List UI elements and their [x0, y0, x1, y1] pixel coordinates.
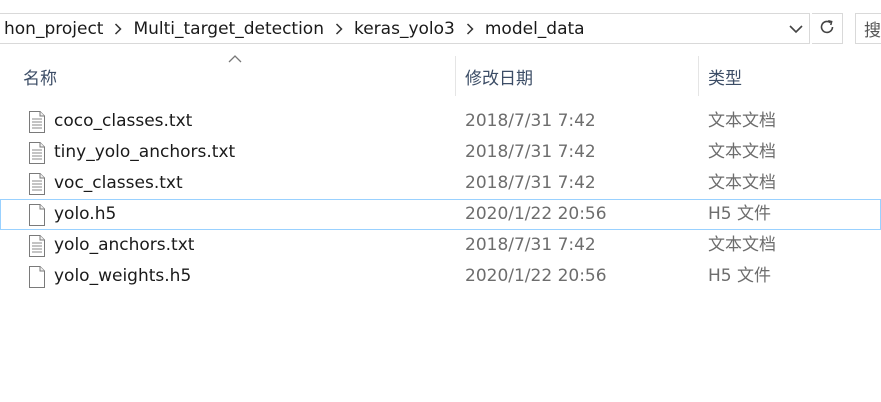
file-type: H5 文件 — [708, 204, 772, 224]
file-date: 2018/7/31 7:42 — [465, 235, 596, 255]
table-row[interactable]: yolo_anchors.txt 2018/7/31 7:42 文本文档 — [0, 230, 881, 261]
table-row[interactable]: coco_classes.txt 2018/7/31 7:42 文本文档 — [0, 106, 881, 137]
refresh-button[interactable] — [812, 13, 843, 44]
file-type: 文本文档 — [708, 173, 776, 193]
table-row[interactable]: tiny_yolo_anchors.txt 2018/7/31 7:42 文本文… — [0, 137, 881, 168]
search-placeholder: 搜 — [864, 21, 881, 41]
file-name: coco_classes.txt — [54, 111, 193, 131]
column-divider[interactable] — [698, 56, 699, 96]
file-name: yolo_weights.h5 — [54, 266, 192, 286]
blank-file-icon — [29, 204, 45, 226]
file-name: voc_classes.txt — [54, 173, 183, 193]
column-divider[interactable] — [455, 56, 456, 96]
address-history-button[interactable] — [783, 14, 809, 43]
column-header-date[interactable]: 修改日期 — [465, 56, 533, 96]
table-row[interactable]: yolo.h5 2020/1/22 20:56 H5 文件 — [0, 199, 881, 230]
column-headers: 名称 修改日期 类型 — [0, 56, 881, 96]
breadcrumb-segment-model-data[interactable]: model_data — [482, 19, 588, 39]
text-file-icon — [29, 173, 45, 195]
chevron-down-icon — [789, 19, 803, 38]
file-type: H5 文件 — [708, 266, 772, 286]
breadcrumb-segment-project[interactable]: hon_project — [1, 19, 106, 39]
file-date: 2018/7/31 7:42 — [465, 142, 596, 162]
chevron-right-icon[interactable] — [458, 14, 482, 43]
file-type: 文本文档 — [708, 111, 776, 131]
chevron-right-icon[interactable] — [106, 14, 130, 43]
column-header-name[interactable]: 名称 — [23, 56, 57, 96]
table-row[interactable]: yolo_weights.h5 2020/1/22 20:56 H5 文件 — [0, 261, 881, 292]
text-file-icon — [29, 235, 45, 257]
text-file-icon — [29, 111, 45, 133]
file-date: 2018/7/31 7:42 — [465, 111, 596, 131]
breadcrumb-segment-keras-yolo3[interactable]: keras_yolo3 — [351, 19, 458, 39]
file-date: 2020/1/22 20:56 — [465, 266, 607, 286]
file-type: 文本文档 — [708, 235, 776, 255]
breadcrumb: hon_project Multi_target_detection keras… — [0, 14, 783, 43]
file-explorer-window: hon_project Multi_target_detection keras… — [0, 0, 881, 402]
file-name: yolo.h5 — [54, 204, 117, 224]
table-row[interactable]: voc_classes.txt 2018/7/31 7:42 文本文档 — [0, 168, 881, 199]
text-file-icon — [29, 142, 45, 164]
file-type: 文本文档 — [708, 142, 776, 162]
refresh-icon — [818, 18, 836, 40]
file-date: 2020/1/22 20:56 — [465, 204, 607, 224]
blank-file-icon — [29, 266, 45, 288]
search-input[interactable]: 搜 — [855, 13, 881, 44]
breadcrumb-segment-multi-target-detection[interactable]: Multi_target_detection — [130, 19, 327, 39]
file-date: 2018/7/31 7:42 — [465, 173, 596, 193]
column-header-type[interactable]: 类型 — [708, 56, 742, 96]
address-bar[interactable]: hon_project Multi_target_detection keras… — [0, 13, 810, 44]
file-list: coco_classes.txt 2018/7/31 7:42 文本文档 tin… — [0, 106, 881, 292]
file-name: yolo_anchors.txt — [54, 235, 195, 255]
chevron-right-icon[interactable] — [327, 14, 351, 43]
file-name: tiny_yolo_anchors.txt — [54, 142, 236, 162]
